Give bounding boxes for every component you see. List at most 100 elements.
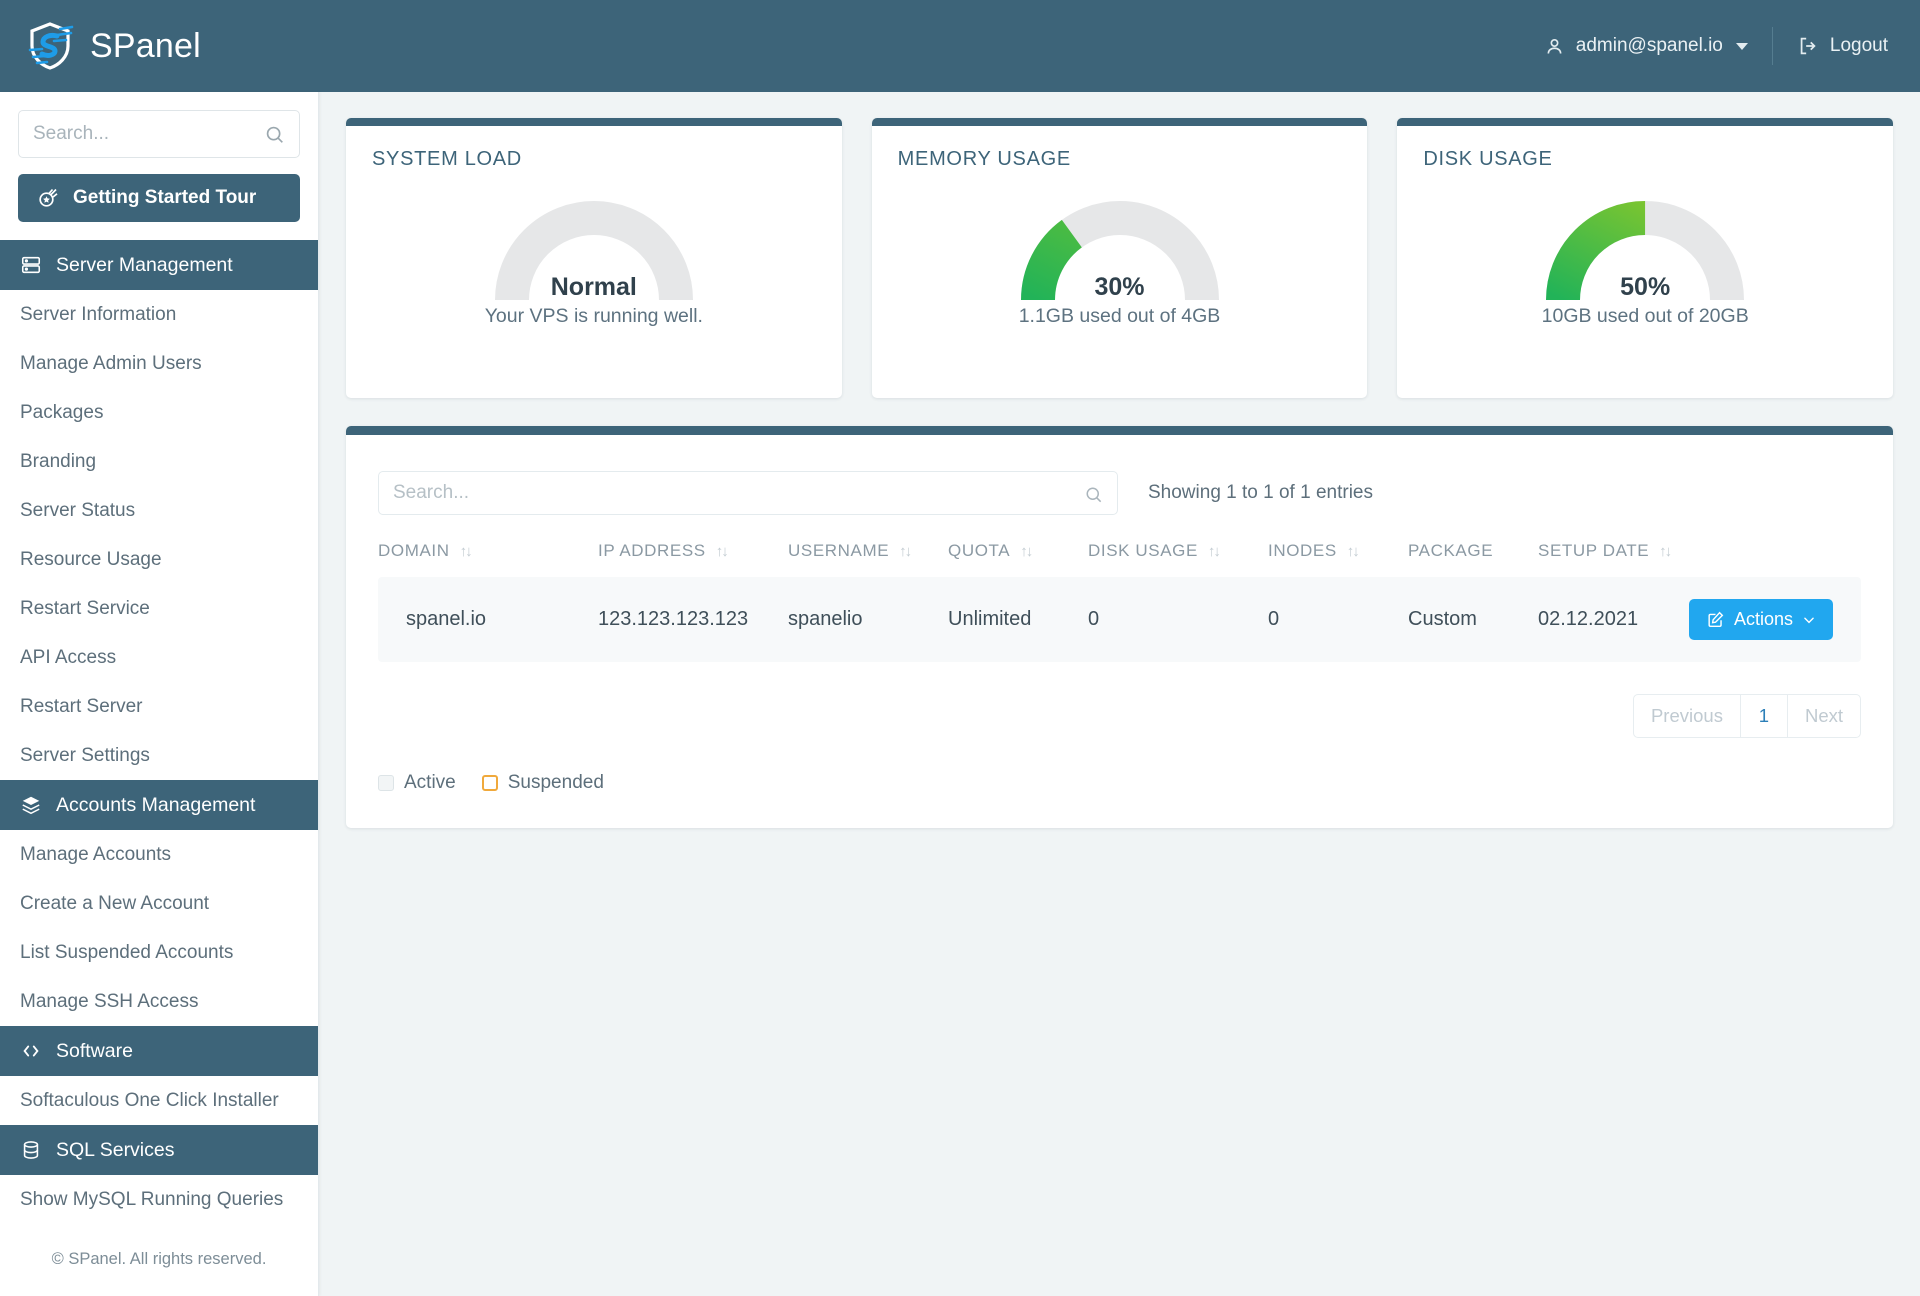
sidebar-section-server-management[interactable]: Server Management	[0, 240, 318, 290]
active-swatch-icon	[378, 775, 394, 791]
col-label: DISK USAGE	[1088, 541, 1198, 561]
col-package[interactable]: PACKAGE	[1408, 541, 1538, 577]
table-toolbar: Showing 1 to 1 of 1 entries	[378, 471, 1861, 515]
memory-usage-title: MEMORY USAGE	[898, 148, 1342, 171]
tour-button-label: Getting Started Tour	[73, 187, 256, 209]
sidebar-item-resource-usage[interactable]: Resource Usage	[0, 535, 318, 584]
table-search-input[interactable]	[393, 482, 1103, 504]
sidebar-item-restart-server[interactable]: Restart Server	[0, 682, 318, 731]
chevron-down-icon	[1736, 43, 1748, 50]
metric-cards-row: SYSTEM LOAD Normal Your VPS is running w…	[346, 118, 1893, 398]
shooting-star-icon	[36, 186, 60, 210]
cell-quota: Unlimited	[948, 577, 1088, 662]
table-search-box[interactable]	[378, 471, 1118, 515]
cell-ip-address: 123.123.123.123	[598, 577, 788, 662]
sidebar-item-api-access[interactable]: API Access	[0, 633, 318, 682]
cell-disk-usage: 0	[1088, 577, 1268, 662]
main-content: SYSTEM LOAD Normal Your VPS is running w…	[319, 92, 1920, 1296]
sort-updown-icon: ↑↓	[716, 543, 727, 560]
card-body: SYSTEM LOAD Normal Your VPS is running w…	[346, 126, 842, 398]
system-load-subtitle: Your VPS is running well.	[485, 305, 703, 328]
actions-button-label: Actions	[1734, 609, 1793, 630]
col-username[interactable]: USERNAME ↑↓	[788, 541, 948, 577]
sidebar-item-server-status[interactable]: Server Status	[0, 486, 318, 535]
col-label: PACKAGE	[1408, 541, 1493, 561]
suspended-swatch-icon	[482, 775, 498, 791]
sort-updown-icon: ↑↓	[1347, 543, 1358, 560]
edit-square-icon	[1706, 610, 1725, 629]
chevron-down-icon	[1802, 613, 1816, 627]
sidebar-item-branding[interactable]: Branding	[0, 437, 318, 486]
sidebar-section-label: Accounts Management	[56, 794, 255, 817]
logout-button[interactable]: Logout	[1773, 35, 1888, 57]
sort-updown-icon: ↑↓	[460, 543, 471, 560]
sidebar-item-restart-service[interactable]: Restart Service	[0, 584, 318, 633]
col-label: IP ADDRESS	[598, 541, 706, 561]
user-icon	[1544, 36, 1565, 57]
table-row[interactable]: spanel.io 123.123.123.123 spanelio Unlim…	[378, 577, 1861, 662]
disk-usage-card: DISK USAGE 50%	[1397, 118, 1893, 398]
sidebar: Getting Started Tour Server Management S…	[0, 92, 319, 1296]
disk-usage-subtitle: 10GB used out of 20GB	[1542, 305, 1749, 328]
pagination-page-1[interactable]: 1	[1740, 694, 1788, 738]
actions-button[interactable]: Actions	[1689, 599, 1833, 640]
panel-accent-bar	[346, 426, 1893, 435]
status-legend: Active Suspended	[378, 772, 1861, 794]
sidebar-item-softaculous-one-click-installer[interactable]: Softaculous One Click Installer	[0, 1076, 318, 1125]
user-menu[interactable]: admin@spanel.io	[1544, 27, 1773, 65]
sidebar-item-server-settings[interactable]: Server Settings	[0, 731, 318, 780]
accounts-panel: Showing 1 to 1 of 1 entries DOMAIN↑↓ IP …	[346, 426, 1893, 828]
legend-item-suspended: Suspended	[482, 772, 604, 794]
sidebar-item-manage-ssh-access[interactable]: Manage SSH Access	[0, 977, 318, 1026]
system-load-value: Normal	[494, 273, 694, 302]
col-setup-date[interactable]: SETUP DATE↑↓	[1538, 541, 1678, 577]
sort-updown-icon: ↑↓	[899, 543, 910, 560]
getting-started-tour-button[interactable]: Getting Started Tour	[18, 174, 300, 222]
memory-usage-gauge-wrapper: 30% 1.1GB used out of 4GB	[872, 200, 1368, 328]
sidebar-item-show-mysql-running-queries[interactable]: Show MySQL Running Queries	[0, 1175, 318, 1224]
brand[interactable]: SPanel	[24, 20, 201, 72]
sidebar-item-manage-accounts[interactable]: Manage Accounts	[0, 830, 318, 879]
spanel-shield-logo-icon	[24, 20, 76, 72]
sidebar-item-create-a-new-account[interactable]: Create a New Account	[0, 879, 318, 928]
card-accent-bar	[1397, 118, 1893, 126]
memory-usage-value: 30%	[1020, 273, 1220, 302]
col-inodes[interactable]: INODES↑↓	[1268, 541, 1408, 577]
sidebar-search-input[interactable]	[33, 123, 285, 145]
user-email: admin@spanel.io	[1576, 35, 1723, 57]
sort-updown-icon: ↑↓	[1208, 543, 1219, 560]
cell-setup-date: 02.12.2021	[1538, 577, 1678, 662]
sidebar-footer-copyright: © SPanel. All rights reserved.	[0, 1224, 318, 1269]
cell-actions: Actions	[1678, 577, 1861, 662]
system-load-title: SYSTEM LOAD	[372, 148, 816, 171]
col-domain[interactable]: DOMAIN↑↓	[378, 541, 598, 577]
sidebar-item-packages[interactable]: Packages	[0, 388, 318, 437]
sort-updown-icon: ↑↓	[1659, 543, 1670, 560]
col-label: USERNAME	[788, 541, 889, 561]
memory-usage-gauge: 30%	[1020, 200, 1220, 302]
logout-icon	[1797, 35, 1819, 57]
legend-label: Active	[404, 772, 456, 794]
search-icon	[264, 124, 286, 146]
col-ip-address[interactable]: IP ADDRESS ↑↓	[598, 541, 788, 577]
card-body: MEMORY USAGE 30%	[872, 126, 1368, 398]
pagination-previous[interactable]: Previous	[1633, 694, 1741, 738]
pagination-next[interactable]: Next	[1787, 694, 1861, 738]
sidebar-section-sql-services[interactable]: SQL Services	[0, 1125, 318, 1175]
brand-name: SPanel	[90, 27, 201, 66]
col-disk-usage[interactable]: DISK USAGE ↑↓	[1088, 541, 1268, 577]
card-accent-bar	[872, 118, 1368, 126]
system-load-card: SYSTEM LOAD Normal Your VPS is running w…	[346, 118, 842, 398]
header-right-group: admin@spanel.io Logout	[1544, 27, 1888, 65]
sidebar-item-manage-admin-users[interactable]: Manage Admin Users	[0, 339, 318, 388]
showing-entries-label: Showing 1 to 1 of 1 entries	[1148, 482, 1373, 504]
sidebar-section-software[interactable]: Software	[0, 1026, 318, 1076]
sidebar-item-list-suspended-accounts[interactable]: List Suspended Accounts	[0, 928, 318, 977]
col-quota[interactable]: QUOTA↑↓	[948, 541, 1088, 577]
table-body: spanel.io 123.123.123.123 spanelio Unlim…	[378, 577, 1861, 662]
table-header-row: DOMAIN↑↓ IP ADDRESS ↑↓ USERNAME ↑↓ QUOTA↑↓…	[378, 541, 1861, 577]
sidebar-section-label: SQL Services	[56, 1139, 175, 1162]
sidebar-section-accounts-management[interactable]: Accounts Management	[0, 780, 318, 830]
sidebar-item-server-information[interactable]: Server Information	[0, 290, 318, 339]
sidebar-search-box[interactable]	[18, 110, 300, 158]
